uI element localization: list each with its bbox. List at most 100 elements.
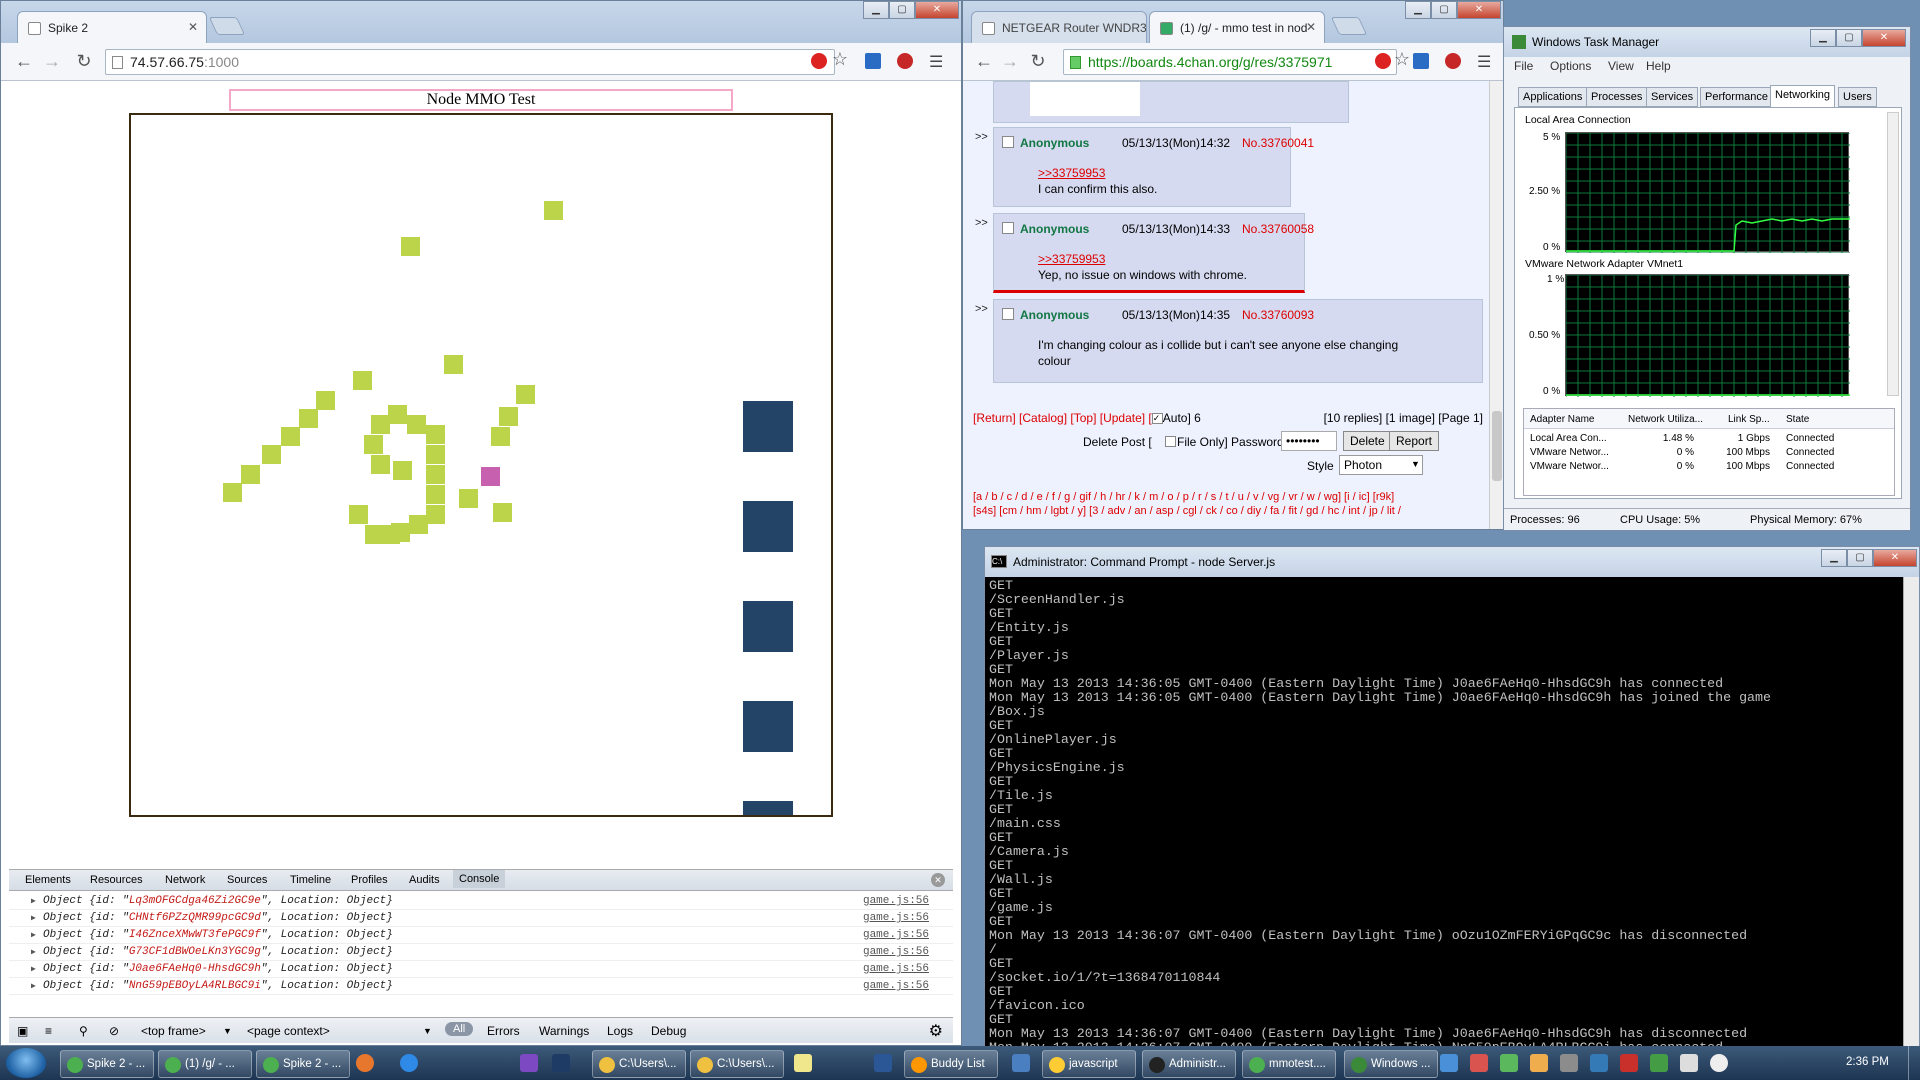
clear-console-icon[interactable]: ⊘ [109, 1024, 119, 1038]
graph-scrollbar[interactable] [1887, 112, 1899, 396]
adapter-row[interactable]: VMware Networ... 0 % 100 Mbps Connected [1524, 461, 1894, 475]
bookmark-star-icon[interactable]: ☆ [829, 49, 851, 70]
close-tab-icon[interactable]: ✕ [1306, 20, 1316, 34]
menu-icon[interactable]: ☰ [929, 52, 943, 72]
close-window-button[interactable]: ✕ [1862, 29, 1906, 47]
delete-button[interactable]: Delete [1343, 431, 1392, 451]
report-button[interactable]: Report [1389, 431, 1440, 451]
source-link[interactable]: game.js:56 [863, 912, 929, 924]
tab-networking[interactable]: Networking [1770, 85, 1836, 107]
password-field[interactable]: •••••••• [1281, 431, 1337, 451]
minimize-button[interactable]: ▁ [1821, 549, 1847, 567]
minimize-button[interactable]: ▁ [863, 1, 889, 19]
col-network-util[interactable]: Network Utiliza... [1628, 414, 1703, 425]
dropbox-icon[interactable] [1012, 1054, 1030, 1072]
extension-gear-icon[interactable] [1445, 53, 1461, 69]
menu-help[interactable]: Help [1646, 59, 1671, 73]
tray-icon[interactable] [1440, 1054, 1458, 1072]
expand-arrow-icon[interactable]: ▶ [31, 896, 36, 906]
tab-sources[interactable]: Sources [227, 874, 267, 886]
photoshop-icon[interactable] [552, 1054, 570, 1072]
source-link[interactable]: game.js:56 [863, 963, 929, 975]
board-list-2[interactable]: [s4s] [cm / hm / lgbt / y] [3 / adv / an… [973, 505, 1401, 517]
post-checkbox[interactable] [1002, 308, 1014, 320]
expand-arrow-icon[interactable]: ▶ [31, 930, 36, 940]
taskbar-button[interactable]: C:\Users\... [592, 1050, 686, 1078]
post-number[interactable]: No.33760093 [1242, 308, 1314, 322]
tab-processes[interactable]: Processes [1586, 87, 1648, 107]
taskbar-button[interactable]: javascript [1042, 1050, 1136, 1078]
bookmark-star-icon[interactable]: ☆ [1391, 49, 1413, 70]
extension-gear-icon[interactable] [897, 53, 913, 69]
filter-debug[interactable]: Debug [651, 1024, 686, 1038]
tab-resources[interactable]: Resources [90, 874, 143, 886]
reload-icon[interactable]: ↻ [73, 51, 95, 72]
settings-gear-icon[interactable]: ⚙ [929, 1021, 943, 1041]
tray-icon[interactable] [1590, 1054, 1608, 1072]
menu-options[interactable]: Options [1550, 59, 1591, 73]
visualstudio-icon[interactable] [520, 1054, 538, 1072]
close-tab-icon[interactable]: ✕ [188, 20, 198, 34]
console-line[interactable]: ▶ Object {id: "J0ae6FAeHq0-HhsdGC9h", Loc… [9, 961, 953, 978]
scrollbar-thumb[interactable] [1492, 411, 1502, 481]
tab-performance[interactable]: Performance [1700, 87, 1773, 107]
filter-all[interactable]: All [445, 1022, 474, 1036]
tab-netgear[interactable]: NETGEAR Router WNDR3 [971, 11, 1147, 43]
tab-applications[interactable]: Applications [1518, 87, 1588, 107]
taskbar-button[interactable]: Buddy List [904, 1050, 998, 1078]
console-line[interactable]: ▶ Object {id: "CHNtf6PZzQMR99pcGC9d", Loc… [9, 910, 953, 927]
back-arrow-icon[interactable]: ← [13, 51, 35, 72]
tray-icon[interactable] [1500, 1054, 1518, 1072]
cmd-output[interactable]: GET /ScreenHandler.js GET /Entity.js GET… [989, 579, 1903, 1049]
new-tab-button[interactable] [208, 17, 246, 35]
post-checkbox[interactable] [1002, 222, 1014, 234]
post-thumbnail[interactable] [1030, 82, 1140, 116]
extension-ipa-icon[interactable] [1413, 53, 1429, 69]
console-line[interactable]: ▶ Object {id: "G73CF1dBWOeLKn3YGC9g", Loc… [9, 944, 953, 961]
tab-timeline[interactable]: Timeline [290, 874, 331, 886]
menu-icon[interactable]: ☰ [1477, 52, 1491, 72]
thread-nav-links[interactable]: [Return] [Catalog] [Top] [Update] [ [973, 411, 1152, 425]
post-checkbox[interactable] [1002, 136, 1014, 148]
taskbar-button[interactable]: (1) /g/ - ... [158, 1050, 252, 1078]
filter-logs[interactable]: Logs [607, 1024, 633, 1038]
adblock-icon[interactable] [811, 53, 827, 69]
taskbar-button[interactable]: mmotest.... [1242, 1050, 1336, 1078]
source-link[interactable]: game.js:56 [863, 895, 929, 907]
notepad-icon[interactable] [794, 1054, 812, 1072]
tray-icon[interactable] [1530, 1054, 1548, 1072]
close-devtools-icon[interactable]: ✕ [931, 873, 945, 887]
maximize-button[interactable]: ▢ [1431, 1, 1457, 19]
expand-arrow-icon[interactable]: ▶ [31, 981, 36, 991]
new-tab-button[interactable] [1330, 17, 1368, 35]
search-icon[interactable]: ⚲ [79, 1024, 88, 1038]
show-desktop-button[interactable] [1908, 1046, 1920, 1080]
tab-4chan[interactable]: (1) /g/ - mmo test in nod ✕ [1149, 11, 1325, 43]
filter-warnings[interactable]: Warnings [539, 1024, 589, 1038]
maximize-button[interactable]: ▢ [1847, 549, 1873, 567]
firefox-icon[interactable] [356, 1054, 374, 1072]
file-only-checkbox[interactable] [1165, 436, 1176, 447]
expand-arrow-icon[interactable]: ▶ [31, 913, 36, 923]
network-icon[interactable] [1680, 1054, 1698, 1072]
adblock-icon[interactable] [1375, 53, 1391, 69]
taskbar-button[interactable]: Administr... [1142, 1050, 1236, 1078]
post-number[interactable]: No.33760058 [1242, 222, 1314, 236]
tab-network[interactable]: Network [165, 874, 205, 886]
tab-console[interactable]: Console [453, 870, 506, 888]
forward-arrow-icon[interactable]: → [999, 51, 1021, 72]
tab-profiles[interactable]: Profiles [351, 874, 388, 886]
col-state[interactable]: State [1786, 414, 1809, 425]
quote-link[interactable]: >>33759953 [1038, 252, 1105, 266]
word-icon[interactable] [874, 1054, 892, 1072]
expand-arrow-icon[interactable]: ▶ [31, 947, 36, 957]
close-window-button[interactable]: ✕ [1457, 1, 1501, 19]
tray-icon[interactable] [1650, 1054, 1668, 1072]
minimize-button[interactable]: ▁ [1405, 1, 1431, 19]
tray-icon[interactable] [1470, 1054, 1488, 1072]
address-bar[interactable]: https://boards.4chan.org/g/res/3375971 [1063, 49, 1397, 75]
start-button[interactable] [6, 1048, 46, 1078]
col-link-speed[interactable]: Link Sp... [1728, 414, 1770, 425]
extension-ipa-icon[interactable] [865, 53, 881, 69]
cmd-scrollbar[interactable] [1903, 577, 1919, 1049]
